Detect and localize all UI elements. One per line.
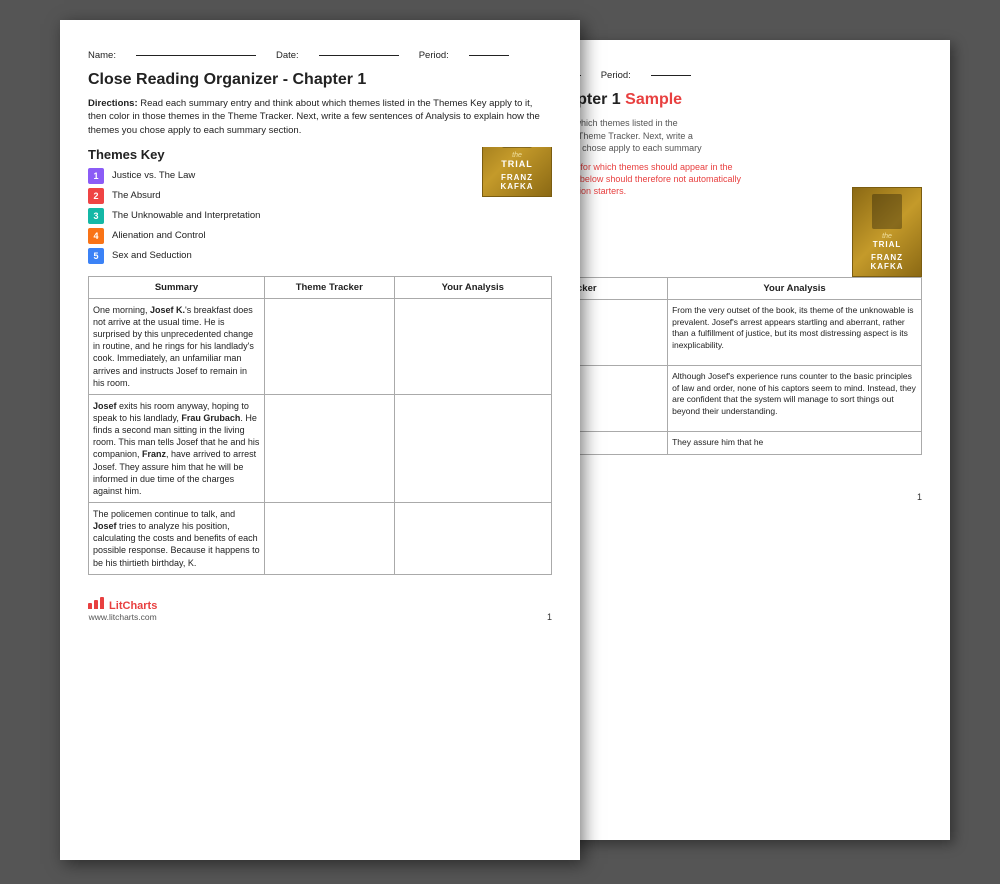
bar2 (94, 600, 98, 609)
theme-item-4: 4 Alienation and Control (88, 228, 552, 244)
back-analysis-partial: They assure him that he (668, 432, 922, 454)
scene: Date: Period: Organizer - Chapter 1 Samp… (0, 0, 1000, 884)
theme-badge-5: 5 (88, 248, 104, 264)
front-analysis-2 (394, 394, 551, 502)
front-row-2: Josef exits his room anyway, hoping to s… (89, 394, 552, 502)
name-field (136, 55, 256, 56)
theme-label-5: Sex and Seduction (112, 250, 192, 261)
back-book-cover: the TRIAL FRANZ KAFKA (852, 187, 922, 277)
directions-bold: Directions: (88, 98, 138, 109)
theme-badge-2: 2 (88, 188, 104, 204)
bar3 (100, 597, 104, 609)
col-summary: Summary (89, 276, 265, 298)
book-cover-container: the TRIAL FRANZ KAFKA (482, 147, 552, 197)
front-row-3: The policemen continue to talk, and Jose… (89, 503, 552, 575)
theme-badge-1: 1 (88, 168, 104, 184)
theme-item-2: 2 The Absurd (88, 188, 472, 204)
front-directions: Directions: Read each summary entry and … (88, 97, 552, 137)
bold-josef-3: Josef (93, 521, 117, 531)
bold-josef-2: Josef (93, 401, 117, 411)
front-bar-icon (88, 597, 104, 609)
period-label: Period: (419, 50, 449, 61)
theme-badge-3: 3 (88, 208, 104, 224)
front-name-line: Name: Date: Period: (88, 50, 552, 61)
front-litcharts-url: www.litcharts.com (88, 612, 157, 622)
front-table: Summary Theme Tracker Your Analysis One … (88, 276, 552, 575)
bold-frau: Frau Grubach (181, 413, 240, 423)
theme-item-1: 1 Justice vs. The Law (88, 168, 472, 184)
theme-badge-4: 4 (88, 228, 104, 244)
directions-text: Read each summary entry and think about … (88, 98, 540, 136)
front-summary-1: One morning, Josef K.'s breakfast does n… (89, 298, 265, 394)
front-row-1: One morning, Josef K.'s breakfast does n… (89, 298, 552, 394)
period-field (469, 55, 509, 56)
date-label: Date: (276, 50, 299, 61)
col-analysis: Your Analysis (394, 276, 551, 298)
sample-label: Sample (625, 91, 682, 108)
back-book-cover-person (872, 194, 902, 229)
bold-franz: Franz (142, 449, 166, 459)
name-label: Name: (88, 50, 116, 61)
front-tracker-1 (264, 298, 394, 394)
back-period-field (651, 75, 691, 76)
front-summary-2: Josef exits his room anyway, hoping to s… (89, 394, 265, 502)
front-litcharts-footer: LitCharts www.litcharts.com (88, 587, 157, 622)
back-period-label: Period: (601, 70, 631, 81)
back-page-num: 1 (917, 492, 922, 502)
front-tracker-2 (264, 394, 394, 502)
back-analysis-2: Although Josef's experience runs counter… (668, 366, 922, 432)
theme-label-4: Alienation and Control (112, 230, 205, 241)
themes-section: the TRIAL FRANZ KAFKA Themes Key 1 Justi… (88, 147, 552, 276)
theme-label-2: The Absurd (112, 190, 161, 201)
col-tracker: Theme Tracker (264, 276, 394, 298)
front-footer: LitCharts www.litcharts.com 1 (88, 587, 552, 622)
back-analysis-1: From the very outset of the book, its th… (668, 300, 922, 366)
back-col-analysis: Your Analysis (668, 278, 922, 300)
front-tracker-3 (264, 503, 394, 575)
bold-josefk: Josef K. (150, 305, 185, 315)
bar1 (88, 603, 92, 609)
theme-item-5: 5 Sex and Seduction (88, 248, 552, 264)
front-litcharts-logo: LitCharts (88, 597, 157, 612)
theme-label-1: Justice vs. The Law (112, 170, 195, 181)
date-field (319, 55, 399, 56)
front-book-cover-person (502, 147, 532, 148)
theme-item-3: 3 The Unknowable and Interpretation (88, 208, 552, 224)
front-page-num: 1 (547, 612, 552, 622)
front-page: Name: Date: Period: Close Reading Organi… (60, 20, 580, 860)
front-page-title: Close Reading Organizer - Chapter 1 (88, 71, 552, 89)
front-summary-3: The policemen continue to talk, and Jose… (89, 503, 265, 575)
back-book-cover-container: the TRIAL FRANZ KAFKA (852, 187, 922, 277)
theme-label-3: The Unknowable and Interpretation (112, 210, 260, 221)
front-analysis-1 (394, 298, 551, 394)
front-analysis-3 (394, 503, 551, 575)
front-book-cover: the TRIAL FRANZ KAFKA (482, 147, 552, 197)
